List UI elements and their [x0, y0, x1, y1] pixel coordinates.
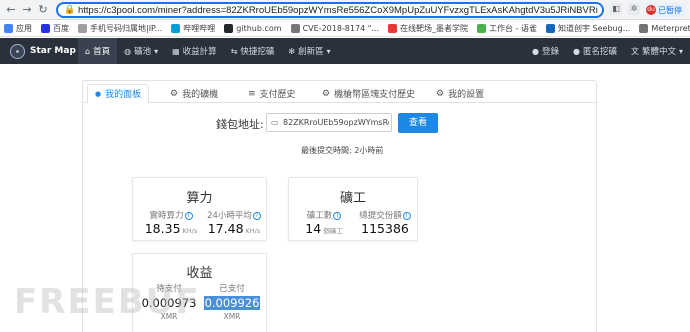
bookmarks-bar: 应用 百度 手机号码归属地|IP... 哔哩哔哩 github.com CVE-… [0, 20, 690, 37]
gear-icon: ⚙ [322, 88, 331, 99]
wallet-address-label: 錢包地址: [216, 118, 264, 131]
calculator-icon: ▦ [172, 46, 180, 56]
url-text[interactable]: https://c3pool.com/miner?address=82ZKRro… [78, 4, 598, 17]
realtime-hashrate: 實時算力 i 18.35 KH/s [144, 211, 198, 236]
nav-item-quick-mining[interactable]: ⇆ 快捷挖礦 [224, 38, 282, 64]
chevron-down-icon: ▾ [678, 46, 683, 56]
average-hashrate-value: 17.48 [207, 221, 244, 236]
bookmark-favicon-icon [224, 23, 234, 33]
nav-item-calculator[interactable]: ▦ 收益計算 [165, 38, 224, 64]
language-select[interactable]: 文 繁體中文 ▾ [624, 38, 690, 64]
login-button[interactable]: ● 登錄 [525, 38, 566, 64]
user-secret-icon: ● [572, 46, 580, 56]
bookmark-favicon-icon [78, 23, 87, 33]
nav-item-home[interactable]: ⌂ 首頁 [78, 38, 118, 64]
chevron-down-icon: ▾ [326, 46, 331, 56]
wallet-address-value: 82ZKRroUEb59opzWYmsRe5 [283, 118, 389, 127]
browser-toolbar: ← → ↻ 🔒 https://c3pool.com/miner?address… [0, 0, 690, 20]
paid-amount: 已支付 0.009926 XMR [203, 284, 261, 321]
anonymous-mining-button[interactable]: ● 匿名挖礦 [566, 38, 624, 64]
brand-name: Star Map [30, 46, 76, 56]
hashrate-card: 算力 實時算力 i 18.35 KH/s 24小時平均 i 17.48 KH/s [132, 177, 267, 241]
chevron-down-icon: ▾ [154, 46, 159, 56]
bookmark-item[interactable]: 在线靶场_墨者学院 [388, 23, 468, 34]
total-shares: 總提交份額 i 115386 [353, 209, 417, 236]
bookmark-item[interactable]: 百度 [41, 23, 69, 34]
bookmark-item[interactable]: 手机号码归属地|IP... [78, 23, 162, 34]
list-icon: ≡ [248, 88, 256, 99]
bookmark-favicon-icon [639, 23, 649, 33]
settings-icon: ⚙ [436, 88, 445, 99]
card-title: 算力 [186, 191, 213, 206]
info-icon[interactable]: i [333, 211, 342, 220]
nav-item-innovation[interactable]: ✻ 創新區 ▾ [281, 38, 337, 64]
bookmark-favicon-icon [477, 23, 487, 33]
bookmark-item[interactable]: 应用 [4, 23, 32, 34]
avatar: du [646, 5, 656, 15]
freebuf-watermark: FREEBUF [14, 282, 201, 322]
bookmark-item[interactable]: 知道创宇 Seebug... [546, 23, 630, 34]
bookmark-item[interactable]: 工作台 - 语雀 [477, 23, 537, 34]
home-icon: ⌂ [85, 46, 91, 56]
back-arrow-icon[interactable]: ← [4, 3, 18, 17]
lock-icon: 🔒 [64, 5, 76, 15]
realtime-hashrate-value: 18.35 [144, 221, 181, 236]
worker-count-value: 14 [305, 221, 322, 236]
tab-my-miners[interactable]: ⚙ 我的礦機 [163, 84, 225, 103]
tab-payment-history[interactable]: ≡ 支付歷史 [241, 84, 303, 103]
user-icon: ● [95, 89, 102, 98]
site-navbar: Star Map ⌂ 首頁 ◍ 礦池 ▾ ▦ 收益計算 ⇆ 快捷挖礦 ✻ 創新區… [0, 38, 690, 64]
panel-tabs: ● 我的面板 ⚙ 我的礦機 ≡ 支付歷史 ⚙ 機槍幣區塊支付歷史 ⚙ 我的設置 [83, 81, 598, 103]
gear-icon: ✻ [288, 46, 296, 56]
info-icon[interactable]: i [184, 211, 193, 220]
tab-block-payment-history[interactable]: ⚙ 機槍幣區塊支付歷史 [315, 84, 422, 103]
bookmark-favicon-icon [171, 23, 181, 33]
forward-arrow-icon[interactable]: → [20, 3, 34, 17]
workers-card: 礦工 礦工數 i 14 個礦工 總提交份額 i 115386 [288, 177, 418, 241]
profile-status: 已暂停 [658, 5, 682, 15]
folder-icon: ▭ [271, 118, 279, 127]
total-shares-value: 115386 [361, 221, 409, 236]
bookmark-item[interactable]: github.com [224, 23, 282, 33]
worker-count: 礦工數 i 14 個礦工 [305, 211, 343, 236]
bookmark-favicon-icon [388, 23, 398, 33]
profile-button[interactable]: du 已暂停 [644, 3, 686, 17]
user-icon: ● [531, 46, 539, 56]
star-map-logo-icon [10, 43, 25, 59]
bookmark-item[interactable]: 哔哩哔哩 [171, 23, 215, 34]
reload-icon[interactable]: ↻ [36, 3, 50, 17]
bookmark-favicon-icon [4, 23, 13, 33]
card-title: 收益 [186, 266, 213, 281]
brand[interactable]: Star Map [0, 43, 78, 59]
puzzle-icon[interactable]: ✲ [628, 3, 640, 15]
bookmark-favicon-icon [290, 23, 300, 33]
gear-icon: ⚙ [170, 88, 179, 99]
translate-icon: 文 [630, 46, 639, 56]
info-icon[interactable]: i [252, 211, 261, 220]
tab-my-settings[interactable]: ⚙ 我的設置 [429, 84, 491, 103]
bookmark-favicon-icon [546, 23, 556, 33]
globe-icon: ◍ [124, 46, 132, 56]
bookmark-favicon-icon [41, 23, 50, 33]
bookmark-item[interactable]: CVE-2018-8174 "... [290, 23, 379, 33]
wallet-address-input[interactable]: ▭ 82ZKRroUEb59opzWYmsRe5 [266, 113, 392, 132]
nav-item-pool[interactable]: ◍ 礦池 ▾ [117, 38, 165, 64]
info-icon[interactable]: i [402, 211, 411, 220]
address-bar[interactable]: 🔒 https://c3pool.com/miner?address=82ZKR… [56, 2, 604, 18]
link-icon: ⇆ [230, 46, 238, 56]
paid-amount-value: 0.009926 [203, 296, 261, 310]
last-submit-time: 最後提交時間: 2小時前 [301, 146, 384, 155]
average-hashrate: 24小時平均 i 17.48 KH/s [207, 211, 261, 236]
tab-my-dashboard[interactable]: ● 我的面板 [87, 84, 150, 103]
extension-icon[interactable]: ◧ [610, 3, 622, 15]
card-title: 礦工 [339, 191, 366, 206]
bookmark-item[interactable]: Meterpreter命令... [639, 23, 690, 34]
view-button[interactable]: 查看 [398, 113, 438, 133]
